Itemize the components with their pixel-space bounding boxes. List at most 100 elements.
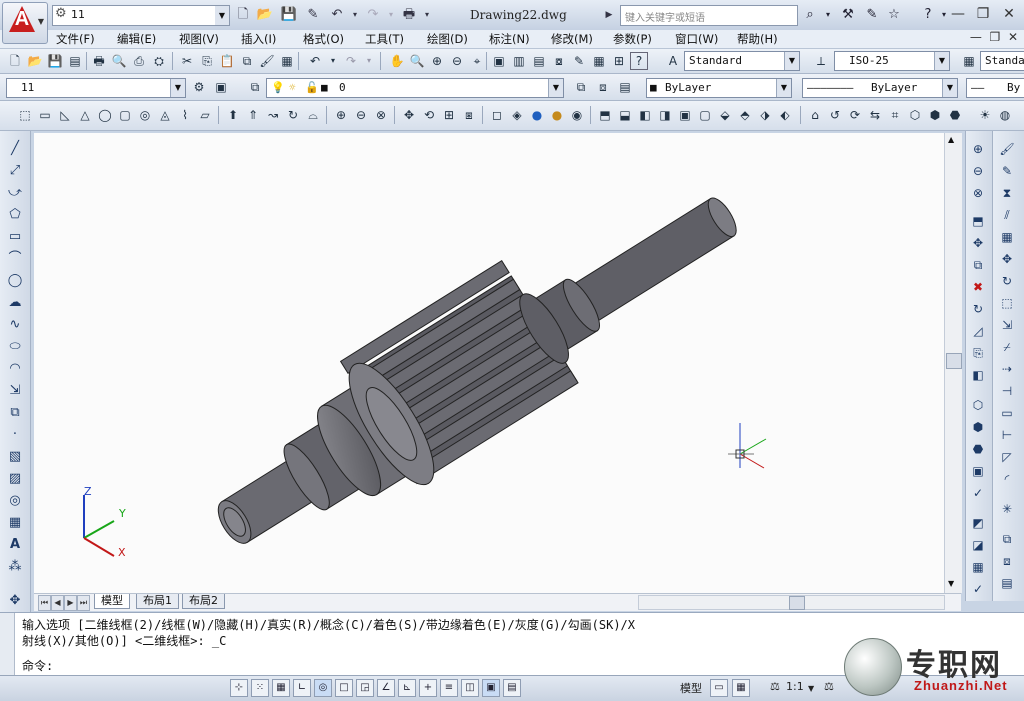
- search-input[interactable]: 键入关键字或短语: [620, 5, 798, 26]
- workspace-select[interactable]: 11 ▼: [6, 78, 186, 98]
- lineweight-toggle-icon[interactable]: ≡: [440, 679, 458, 697]
- 3d-move-icon[interactable]: ✥: [400, 106, 418, 124]
- plot-icon[interactable]: 🖶: [400, 6, 418, 24]
- polyline-icon[interactable]: ⤻: [6, 184, 24, 202]
- helix-icon[interactable]: ⌇: [176, 106, 194, 124]
- sweep-icon[interactable]: ↝: [264, 106, 282, 124]
- customize-icon[interactable]: ▣: [212, 78, 230, 96]
- view-sw-iso-icon[interactable]: ⬙: [716, 106, 734, 124]
- face-ucs-icon[interactable]: ⬣: [946, 106, 964, 124]
- cone-icon[interactable]: △: [76, 106, 94, 124]
- redo-icon[interactable]: ↷: [342, 52, 360, 70]
- copy-faces-icon[interactable]: ⎘: [969, 344, 987, 362]
- selection-cycling-icon[interactable]: ▤: [503, 679, 521, 697]
- help-icon[interactable]: ?: [630, 52, 648, 70]
- move-icon[interactable]: ✥: [998, 250, 1016, 268]
- visual-styles-manager-icon[interactable]: ◉: [568, 106, 586, 124]
- extrude-icon[interactable]: ⬆: [224, 106, 242, 124]
- scale-icon[interactable]: ⬚: [998, 294, 1016, 312]
- camera-icon[interactable]: ⌂: [806, 106, 824, 124]
- erase-icon[interactable]: ✎: [998, 162, 1016, 180]
- redo-icon[interactable]: ↷: [364, 6, 382, 24]
- interfere-icon[interactable]: ▦: [969, 558, 987, 576]
- layer-prev-icon[interactable]: ⧈: [998, 552, 1016, 570]
- revision-cloud-icon[interactable]: ☁: [6, 294, 24, 312]
- layer-icon[interactable]: ⧉: [998, 530, 1016, 548]
- offset-faces-icon[interactable]: ⧉: [969, 256, 987, 274]
- free-orbit-icon[interactable]: ⟳: [846, 106, 864, 124]
- menu-draw[interactable]: 绘图(D): [423, 31, 472, 47]
- ortho-mode-icon[interactable]: ∟: [293, 679, 311, 697]
- minimize-icon[interactable]: —: [945, 4, 971, 24]
- view-top-icon[interactable]: ⬒: [596, 106, 614, 124]
- copy-icon[interactable]: ⎘: [198, 52, 216, 70]
- array-icon[interactable]: ▦: [998, 228, 1016, 246]
- shell-icon[interactable]: ▣: [969, 462, 987, 480]
- save-as-icon[interactable]: ✎: [304, 6, 322, 24]
- view-front-icon[interactable]: ▣: [676, 106, 694, 124]
- tab-model[interactable]: 模型: [94, 594, 130, 609]
- linetype-select[interactable]: ——————— ByLayer ▼: [802, 78, 958, 98]
- view-nw-iso-icon[interactable]: ⬖: [776, 106, 794, 124]
- ucs-world-icon[interactable]: ⬡: [906, 106, 924, 124]
- restore-icon[interactable]: ❐: [970, 4, 996, 24]
- join-icon[interactable]: ⊢: [998, 426, 1016, 444]
- dynamic-input-icon[interactable]: +: [419, 679, 437, 697]
- ellipse-arc-icon[interactable]: ◠: [6, 360, 24, 378]
- subtract-icon[interactable]: ⊖: [352, 106, 370, 124]
- menu-format[interactable]: 格式(O): [299, 31, 348, 47]
- view-bottom-icon[interactable]: ⬓: [616, 106, 634, 124]
- ucs-icon[interactable]: ⌗: [886, 106, 904, 124]
- subtract-icon[interactable]: ⊖: [969, 162, 987, 180]
- redo-dropdown-icon[interactable]: ▾: [360, 52, 378, 70]
- text-style-select[interactable]: Standard ▼: [684, 51, 800, 71]
- loft-icon[interactable]: ⌓: [304, 106, 322, 124]
- save-icon[interactable]: 💾: [46, 52, 64, 70]
- offset-icon[interactable]: ⫽: [998, 206, 1016, 224]
- grid-display-icon[interactable]: ▦: [272, 679, 290, 697]
- point-icon[interactable]: ·: [6, 426, 24, 444]
- undo-icon[interactable]: ↶: [306, 52, 324, 70]
- spline-icon[interactable]: ∿: [6, 316, 24, 334]
- insert-block-icon[interactable]: ⇲: [6, 382, 24, 400]
- binoculars-icon[interactable]: ⌕: [800, 6, 820, 24]
- 3d-rotate-icon[interactable]: ⟲: [420, 106, 438, 124]
- undo-dropdown-icon[interactable]: ▾: [324, 52, 342, 70]
- add-selected-icon[interactable]: ⁂: [6, 558, 24, 576]
- view-ne-iso-icon[interactable]: ⬗: [756, 106, 774, 124]
- 2d-wireframe-icon[interactable]: ◻: [488, 106, 506, 124]
- polygon-icon[interactable]: ⬠: [6, 206, 24, 224]
- document-window-controls[interactable]: — ❐ ✕: [970, 30, 1018, 44]
- annotation-visibility-icon[interactable]: ⚖: [824, 680, 834, 693]
- layer-properties-icon[interactable]: ⧉: [246, 78, 264, 96]
- view-se-iso-icon[interactable]: ⬘: [736, 106, 754, 124]
- chamfer-icon[interactable]: ◸: [998, 448, 1016, 466]
- favorites-star-icon[interactable]: ☆: [884, 6, 904, 24]
- first-tab-icon[interactable]: ⏮: [38, 595, 51, 611]
- quick-view-layouts-icon[interactable]: ▭: [710, 679, 728, 697]
- design-center-icon[interactable]: ▥: [510, 52, 528, 70]
- fillet-icon[interactable]: ◜: [998, 470, 1016, 488]
- text-style-icon[interactable]: A: [664, 52, 682, 70]
- open-icon[interactable]: 📂: [26, 52, 44, 70]
- revolve-icon[interactable]: ↻: [284, 106, 302, 124]
- object-snap-icon[interactable]: □: [335, 679, 353, 697]
- dim-style-select[interactable]: ISO-25 ▼: [834, 51, 950, 71]
- calculator-icon[interactable]: ⊞: [610, 52, 628, 70]
- sphere-icon[interactable]: ◯: [96, 106, 114, 124]
- tab-layout2[interactable]: 布局2: [182, 594, 225, 609]
- tool-palettes-icon[interactable]: ▤: [530, 52, 548, 70]
- torus-icon[interactable]: ◎: [136, 106, 154, 124]
- dim-style-icon[interactable]: ⟂: [812, 52, 830, 70]
- materials-icon[interactable]: ◍: [996, 106, 1014, 124]
- break-at-point-icon[interactable]: ⊣: [998, 382, 1016, 400]
- pan-icon[interactable]: ✋: [388, 52, 406, 70]
- object-snap-tracking-icon[interactable]: ∠: [377, 679, 395, 697]
- next-tab-icon[interactable]: ▶: [64, 595, 77, 611]
- quickcalc-icon[interactable]: ▦: [590, 52, 608, 70]
- scale-dropdown-icon[interactable]: ▼: [808, 684, 814, 693]
- zoom-window-icon[interactable]: ⊕: [428, 52, 446, 70]
- menu-file[interactable]: 文件(F): [52, 31, 99, 47]
- menu-dimension[interactable]: 标注(N): [485, 31, 534, 47]
- hidden-icon[interactable]: ◈: [508, 106, 526, 124]
